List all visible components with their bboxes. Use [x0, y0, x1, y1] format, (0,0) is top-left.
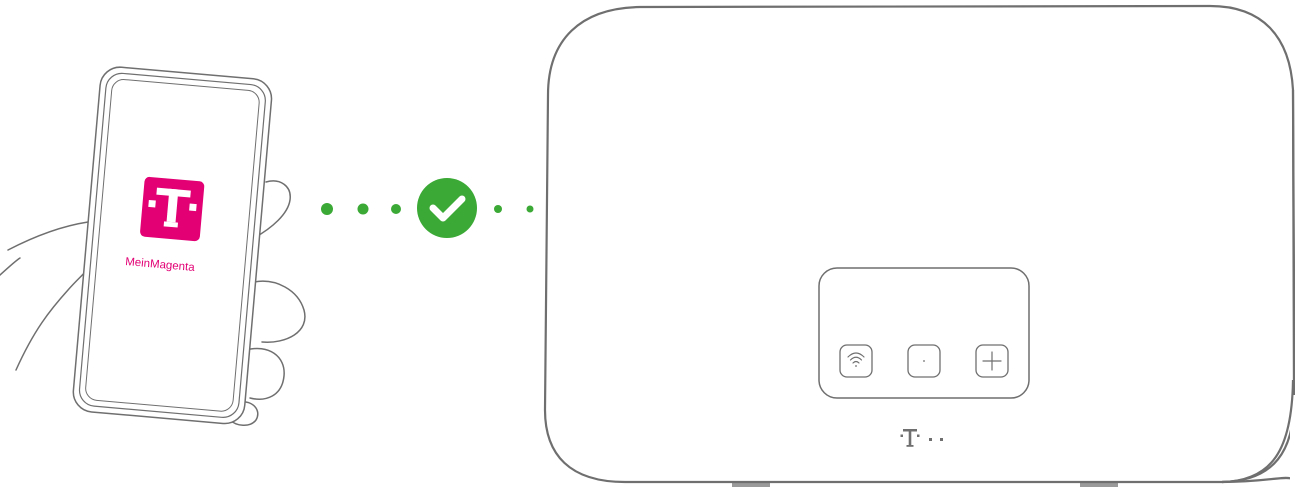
- checkmark-badge: [417, 178, 477, 238]
- router: [543, 4, 1295, 487]
- router-wifi-button[interactable]: [839, 344, 873, 378]
- router-dot-button[interactable]: [907, 344, 941, 378]
- illustration-scene: MeinMagenta: [0, 4, 1295, 487]
- finger-lower: [245, 347, 285, 400]
- router-control-panel: [818, 267, 1030, 399]
- connection-dot: [321, 203, 333, 215]
- app-icon-meinmagenta[interactable]: [140, 176, 205, 242]
- router-plus-button[interactable]: [975, 344, 1009, 378]
- dot-icon: [923, 360, 925, 362]
- smartphone: MeinMagenta: [72, 66, 273, 425]
- finger-middle: [253, 280, 306, 343]
- phone-screen: [85, 79, 260, 412]
- router-body: [543, 4, 1295, 487]
- connection-dot: [357, 203, 369, 215]
- connection-dot: [494, 205, 502, 213]
- connection-dot: [526, 205, 534, 213]
- connection-dot: [391, 204, 401, 214]
